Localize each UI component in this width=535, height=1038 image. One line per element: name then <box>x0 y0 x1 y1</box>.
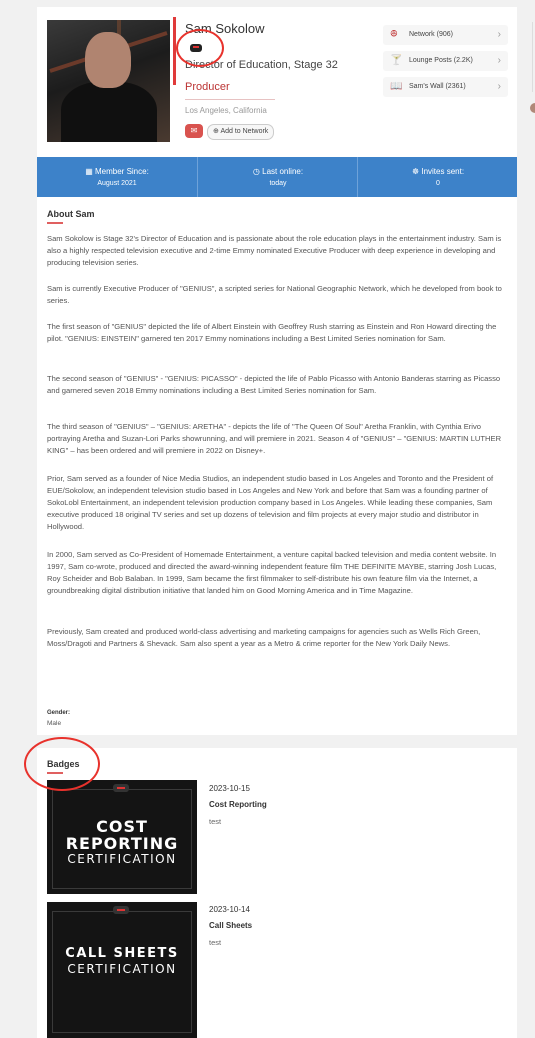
stat-member-since: ▦ Member Since: August 2021 <box>37 157 197 197</box>
badge-image-cost-reporting[interactable]: COST REPORTING CERTIFICATION <box>47 780 197 894</box>
adjacent-panel-dot <box>530 103 535 113</box>
about-paragraph: Sam Sokolow is Stage 32's Director of Ed… <box>47 234 502 267</box>
stage32-logo-icon <box>113 784 129 792</box>
stage32-logo-icon <box>190 44 202 52</box>
chevron-right-icon: › <box>497 29 501 40</box>
about-heading: About Sam <box>47 209 95 219</box>
badge-image-text: CERTIFICATION <box>67 852 177 866</box>
message-button[interactable]: ✉ <box>185 124 203 138</box>
wall-link-label: Sam's Wall (2361) <box>409 83 466 90</box>
about-paragraph: The first season of "GENIUS" depicted th… <box>47 322 497 343</box>
profile-name: Sam Sokolow <box>185 21 265 36</box>
stage32-logo-icon <box>113 906 129 914</box>
add-to-network-button[interactable]: ⊕ Add to Network <box>207 124 275 140</box>
badge-description: test <box>209 938 222 947</box>
stat-value: today <box>269 180 287 187</box>
wall-link[interactable]: 📖 Sam's Wall (2361) › <box>383 77 508 97</box>
badge-image-text: CERTIFICATION <box>67 962 177 976</box>
network-link-label: Network (906) <box>409 31 453 38</box>
lounge-posts-link[interactable]: 🍸 Lounge Posts (2.2K) › <box>383 51 508 71</box>
about-paragraph: The second season of "GENIUS" - "GENIUS:… <box>47 374 501 395</box>
profile-location: Los Angeles, California <box>185 106 267 115</box>
badge-name: Cost Reporting <box>209 800 267 809</box>
profile-photo[interactable] <box>47 20 170 142</box>
profile-card: Sam Sokolow Director of Education, Stage… <box>37 7 517 735</box>
handshake-icon: ☸ <box>411 167 420 176</box>
clock-icon: ◷ <box>252 167 260 176</box>
network-icon: ꔮ <box>390 29 398 40</box>
badge-date: 2023-10-14 <box>209 905 250 914</box>
badges-underline <box>47 772 63 774</box>
network-link[interactable]: ꔮ Network (906) › <box>383 25 508 45</box>
book-icon: 📖 <box>390 81 403 92</box>
badge-image-text: CALL SHEETS <box>65 946 179 961</box>
stats-bar: ▦ Member Since: August 2021 ◷ Last onlin… <box>37 157 517 197</box>
chevron-right-icon: › <box>497 55 501 66</box>
profile-title: Director of Education, Stage 32 <box>185 59 338 71</box>
gender-value: Male <box>47 720 62 727</box>
badge-date: 2023-10-15 <box>209 784 250 793</box>
stat-value: August 2021 <box>97 180 137 187</box>
stat-label: Invites sent: <box>421 167 465 176</box>
stat-value: 0 <box>436 180 440 187</box>
profile-role: Producer <box>185 81 230 93</box>
adjacent-panel-edge <box>532 22 533 92</box>
about-paragraph: The third season of "GENIUS" – "GENIUS: … <box>47 422 502 455</box>
chevron-right-icon: › <box>497 81 501 92</box>
about-underline <box>47 222 63 224</box>
badge-image-call-sheets[interactable]: CALL SHEETS CERTIFICATION <box>47 902 197 1038</box>
badge-description: test <box>209 817 222 826</box>
badge-image-text: REPORTING <box>65 834 179 853</box>
stat-last-online: ◷ Last online: today <box>197 157 358 197</box>
add-to-network-label: Add to Network <box>220 128 269 135</box>
gender-label: Gender: <box>47 710 71 716</box>
about-paragraph: Sam is currently Executive Producer of "… <box>47 284 502 305</box>
about-paragraph: Previously, Sam created and produced wor… <box>47 627 481 648</box>
lounge-posts-label: Lounge Posts (2.2K) <box>409 57 473 64</box>
stat-invites-sent: ☸ Invites sent: 0 <box>357 157 518 197</box>
stat-label: Member Since: <box>95 167 149 176</box>
badge-name: Call Sheets <box>209 921 253 930</box>
badges-heading: Badges <box>47 759 80 769</box>
plus-circle-icon: ⊕ <box>213 128 219 135</box>
about-paragraph: In 2000, Sam served as Co-President of H… <box>47 550 497 595</box>
about-paragraph: Prior, Sam served as a founder of Nice M… <box>47 474 494 531</box>
badges-card: Badges COST REPORTING CERTIFICATION 2023… <box>37 748 517 1038</box>
name-accent-bar <box>173 17 176 85</box>
mail-icon: ✉ <box>190 126 198 135</box>
stat-label: Last online: <box>262 167 304 176</box>
calendar-icon: ▦ <box>85 167 93 176</box>
lounge-icon: 🍸 <box>390 55 403 66</box>
role-divider <box>185 99 275 100</box>
